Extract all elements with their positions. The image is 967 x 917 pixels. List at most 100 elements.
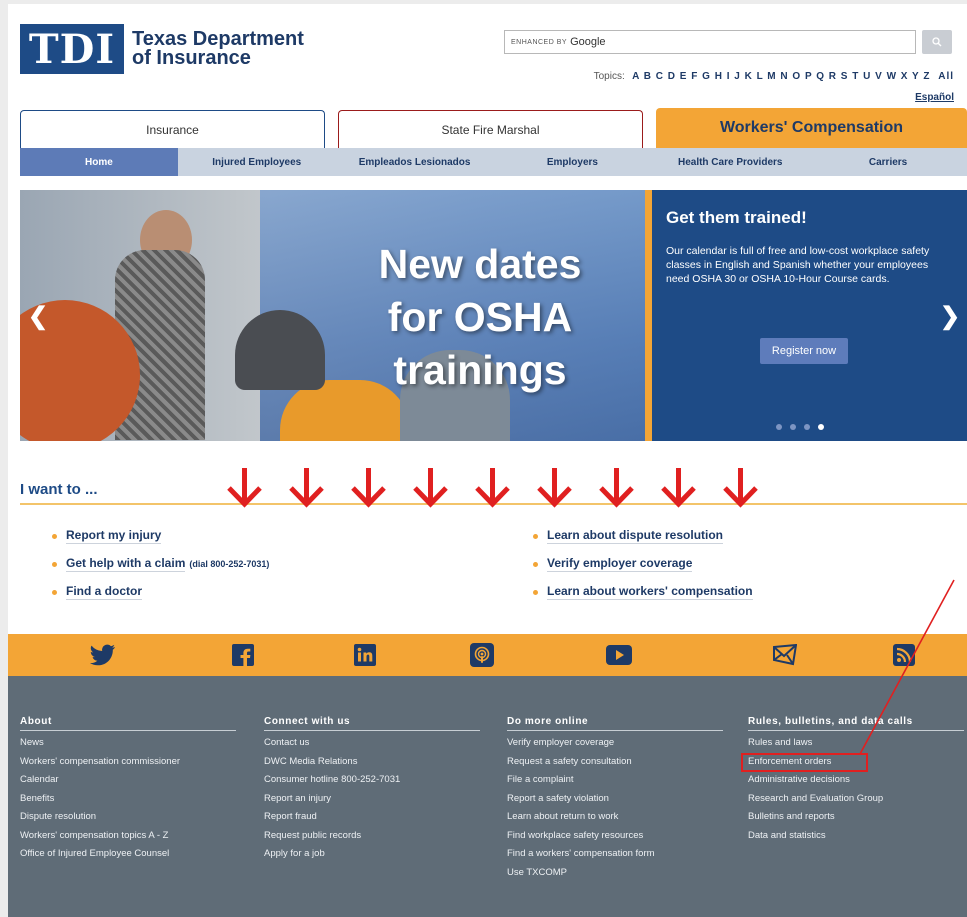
tab-workers-compensation[interactable]: Workers' Compensation xyxy=(656,108,967,148)
footer-link[interactable]: Calendar xyxy=(20,771,236,790)
footer-link[interactable]: News xyxy=(20,734,236,753)
podcast-icon[interactable] xyxy=(469,642,495,668)
i-want-to-list-left: Report my injury Get help with a claim (d… xyxy=(52,522,269,606)
red-arrow-down-icon xyxy=(227,468,262,508)
tab-state-fire-marshal[interactable]: State Fire Marshal xyxy=(338,110,643,148)
list-item[interactable]: Verify employer coverage xyxy=(533,550,753,578)
link-dispute-resolution[interactable]: Learn about dispute resolution xyxy=(547,528,724,544)
search-button[interactable] xyxy=(922,30,952,54)
subnav-employers[interactable]: Employers xyxy=(493,148,651,176)
footer-col-online: Do more online Verify employer coverage … xyxy=(507,716,723,882)
footer-link[interactable]: Consumer hotline 800-252-7031 xyxy=(264,771,480,790)
promo-panel: Get them trained! Our calendar is full o… xyxy=(645,190,967,441)
site-footer: About News Workers' compensation commiss… xyxy=(8,676,967,917)
carousel-dot[interactable] xyxy=(790,424,796,430)
footer-link[interactable]: Find workplace safety resources xyxy=(507,827,723,846)
email-icon[interactable] xyxy=(772,642,798,668)
subnav-carriers[interactable]: Carriers xyxy=(809,148,967,176)
footer-link[interactable]: Request a safety consultation xyxy=(507,753,723,772)
link-get-help-with-claim[interactable]: Get help with a claim xyxy=(66,556,186,572)
logo-line-2: of Insurance xyxy=(132,47,251,69)
carousel-indicators xyxy=(776,424,824,430)
list-item[interactable]: Get help with a claim (dial 800-252-7031) xyxy=(52,550,269,578)
subnav-health-care-providers[interactable]: Health Care Providers xyxy=(651,148,809,176)
red-arrow-down-icon xyxy=(413,468,448,508)
red-arrow-down-icon xyxy=(537,468,572,508)
search-enhanced-label: ENHANCED BY xyxy=(511,38,568,46)
topics-all[interactable]: All xyxy=(938,71,954,82)
carousel-dot[interactable] xyxy=(804,424,810,430)
footer-link[interactable]: Learn about return to work xyxy=(507,808,723,827)
footer-link[interactable]: Workers' compensation topics A - Z xyxy=(20,827,236,846)
footer-link[interactable]: Office of Injured Employee Counsel xyxy=(20,845,236,864)
footer-link[interactable]: Verify employer coverage xyxy=(507,734,723,753)
bullet-icon xyxy=(533,533,538,539)
footer-link[interactable]: Contact us xyxy=(264,734,480,753)
logo-text: Texas Department of Insurance xyxy=(132,29,304,69)
footer-heading-connect: Connect with us xyxy=(264,716,480,731)
red-arrow-down-icon xyxy=(599,468,634,508)
footer-link[interactable]: Use TXCOMP xyxy=(507,864,723,883)
carousel-next-icon[interactable]: ❯ xyxy=(940,302,960,331)
hero-image[interactable]: New dates for OSHA trainings xyxy=(20,190,645,441)
hero-student-2-head xyxy=(235,310,325,390)
footer-link[interactable]: Find a workers' compensation form xyxy=(507,845,723,864)
page: TDI Texas Department of Insurance ENHANC… xyxy=(8,4,967,917)
carousel-dot[interactable] xyxy=(776,424,782,430)
footer-link[interactable]: Apply for a job xyxy=(264,845,480,864)
espanol-link[interactable]: Español xyxy=(915,92,954,103)
footer-link[interactable]: Administrative decisions xyxy=(748,771,964,790)
footer-link[interactable]: File a complaint xyxy=(507,771,723,790)
red-arrow-down-icon xyxy=(289,468,324,508)
content-fade xyxy=(20,604,967,620)
facebook-icon[interactable] xyxy=(230,642,256,668)
search-input[interactable]: ENHANCED BY Google xyxy=(504,30,916,54)
footer-link[interactable]: Report a safety violation xyxy=(507,790,723,809)
list-item[interactable]: Learn about workers' compensation xyxy=(533,578,753,606)
bullet-icon xyxy=(533,561,538,567)
footer-link[interactable]: Benefits xyxy=(20,790,236,809)
annotation-arrows xyxy=(226,466,759,508)
footer-link[interactable]: Dispute resolution xyxy=(20,808,236,827)
twitter-icon[interactable] xyxy=(90,642,116,668)
footer-link[interactable]: DWC Media Relations xyxy=(264,753,480,772)
search-icon xyxy=(932,37,942,47)
hero-line-2: for OSHA xyxy=(387,294,573,340)
bullet-icon xyxy=(533,589,538,595)
carousel-prev-icon[interactable]: ❮ xyxy=(28,302,48,331)
linkedin-icon[interactable] xyxy=(352,642,378,668)
carousel-dot-active[interactable] xyxy=(818,424,824,430)
list-item[interactable]: Find a doctor xyxy=(52,578,269,606)
footer-link[interactable]: Workers' compensation commissioner xyxy=(20,753,236,772)
list-item[interactable]: Report my injury xyxy=(52,522,269,550)
footer-col-connect: Connect with us Contact us DWC Media Rel… xyxy=(264,716,480,864)
footer-link[interactable]: Data and statistics xyxy=(748,827,964,846)
subnav-empleados-lesionados[interactable]: Empleados Lesionados xyxy=(336,148,494,176)
list-item[interactable]: Learn about dispute resolution xyxy=(533,522,753,550)
topics-az: Topics: A B C D E F G H I J K L M N O P … xyxy=(594,71,954,82)
tab-insurance[interactable]: Insurance xyxy=(20,110,325,148)
footer-link[interactable]: Report fraud xyxy=(264,808,480,827)
red-arrow-down-icon xyxy=(475,468,510,508)
footer-link[interactable]: Bulletins and reports xyxy=(748,808,964,827)
footer-heading-about: About xyxy=(20,716,236,731)
red-arrow-down-icon xyxy=(351,468,386,508)
register-now-button[interactable]: Register now xyxy=(760,338,848,364)
topics-letters[interactable]: A B C D E F G H I J K L M N O P Q R S T … xyxy=(632,71,930,82)
footer-link[interactable]: Report an injury xyxy=(264,790,480,809)
link-find-a-doctor[interactable]: Find a doctor xyxy=(66,584,142,600)
hero-line-1: New dates xyxy=(378,241,582,287)
link-learn-workers-comp[interactable]: Learn about workers' compensation xyxy=(547,584,753,600)
tdi-logo[interactable]: TDI Texas Department of Insurance xyxy=(20,24,304,74)
footer-link[interactable]: Research and Evaluation Group xyxy=(748,790,964,809)
link-report-my-injury[interactable]: Report my injury xyxy=(66,528,162,544)
footer-link[interactable]: Request public records xyxy=(264,827,480,846)
search-google-label: Google xyxy=(570,36,606,48)
promo-text: Our calendar is full of free and low-cos… xyxy=(666,245,930,285)
youtube-icon[interactable] xyxy=(606,642,632,668)
subnav-injured-employees[interactable]: Injured Employees xyxy=(178,148,336,176)
promo-title: Get them trained! xyxy=(666,208,807,227)
link-verify-employer-coverage[interactable]: Verify employer coverage xyxy=(547,556,693,572)
red-arrow-down-icon xyxy=(661,468,696,508)
subnav-home[interactable]: Home xyxy=(20,148,178,176)
